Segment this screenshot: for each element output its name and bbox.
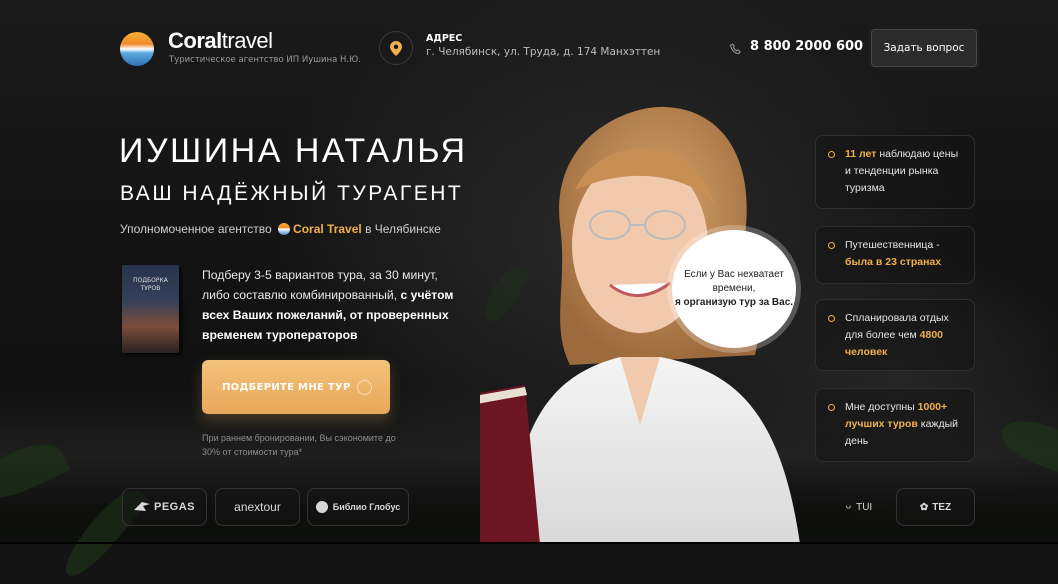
fact-card: 11 лет наблюдаю цены и тенденции рынка т… xyxy=(815,135,975,209)
partner-logo-anextour[interactable]: anextour xyxy=(215,488,300,526)
offer-text: Подберу 3-5 вариантов тура, за 30 минут,… xyxy=(202,265,457,345)
brand-light: travel xyxy=(221,28,273,53)
biblio-globus-icon xyxy=(315,501,328,513)
partner-name: anextour xyxy=(234,500,281,514)
bubble-line1: Если у Вас нехватает времени, xyxy=(684,269,784,294)
pick-tour-label: ПОДБЕРИТЕ МНЕ ТУР xyxy=(222,381,351,393)
partner-logo-biblio-globus[interactable]: Библио Глобус xyxy=(307,488,409,526)
fact-card: Спланировала отдых для более чем 4800 че… xyxy=(815,299,975,371)
partner-logo-tez[interactable]: ✿ TEZ xyxy=(896,488,975,526)
fact-text: Мне доступны xyxy=(845,401,915,413)
partner-logo-tui[interactable]: ᵕ TUI xyxy=(830,488,888,526)
globe-icon xyxy=(357,380,372,395)
address-label: АДРЕС xyxy=(426,33,463,44)
authorized-post: в Челябинске xyxy=(365,222,441,236)
authorized-agency-line: Уполномоченное агентство Coral Travel в … xyxy=(120,222,441,236)
partner-name: Библио Глобус xyxy=(332,502,401,512)
help-bubble: Если у Вас нехватает времени, я организу… xyxy=(672,230,796,348)
fact-bold: 11 лет xyxy=(845,148,877,160)
fact-bold: была в 23 странах xyxy=(845,256,942,268)
early-booking-note: При раннем бронировании, Вы сэкономите д… xyxy=(202,433,396,457)
agent-subtitle: ВАШ НАДЁЖНЫЙ ТУРАГЕНТ xyxy=(120,182,464,205)
partner-logo-pegas[interactable]: PEGAS xyxy=(122,488,207,526)
agent-name-heading: ИУШИНА НАТАЛЬЯ xyxy=(119,132,468,170)
fact-card: Путешественница - была в 23 странах xyxy=(815,226,975,284)
phone-icon xyxy=(730,40,742,59)
bullet-icon xyxy=(828,242,835,249)
bullet-icon xyxy=(828,315,835,322)
bullet-icon xyxy=(828,404,835,411)
authorized-brand: Coral Travel xyxy=(293,222,362,236)
brand-subtitle: Туристическое агентство ИП Иушина Н.Ю. xyxy=(169,55,362,65)
coral-ball-icon xyxy=(278,223,291,235)
brand-logo-text[interactable]: Coraltravel xyxy=(168,28,273,54)
bubble-line2: я организую тур за Вас. xyxy=(674,297,794,308)
coral-travel-logo-icon[interactable] xyxy=(120,32,154,66)
pick-tour-button[interactable]: ПОДБЕРИТЕ МНЕ ТУР xyxy=(202,360,390,414)
tui-smile-icon: ᵕ xyxy=(845,499,852,515)
ask-question-button[interactable]: Задать вопрос xyxy=(871,29,977,67)
fact-text: Путешественница - xyxy=(845,239,940,251)
location-pin-icon xyxy=(379,31,413,65)
partner-name: TUI xyxy=(856,501,873,513)
tour-catalog-image: ПОДБОРКА ТУРОВ xyxy=(122,265,179,353)
address-value: г. Челябинск, ул. Труда, д. 174 Манхэтте… xyxy=(426,46,661,58)
book-title-line2: ТУРОВ xyxy=(140,285,161,292)
partner-name: PEGAS xyxy=(153,501,195,513)
fact-card: Мне доступны 1000+ лучших туров каждый д… xyxy=(815,388,975,462)
phone-number-link[interactable]: 8 800 2000 600 xyxy=(750,39,863,54)
brand-bold: Coral xyxy=(168,28,222,53)
tez-emblem-icon: ✿ xyxy=(919,501,929,513)
bullet-icon xyxy=(828,151,835,158)
authorized-pre: Уполномоченное агентство xyxy=(120,222,272,236)
partner-name: TEZ xyxy=(932,501,952,513)
pegas-wing-icon xyxy=(133,502,150,511)
book-title-line1: ПОДБОРКА xyxy=(133,277,168,284)
